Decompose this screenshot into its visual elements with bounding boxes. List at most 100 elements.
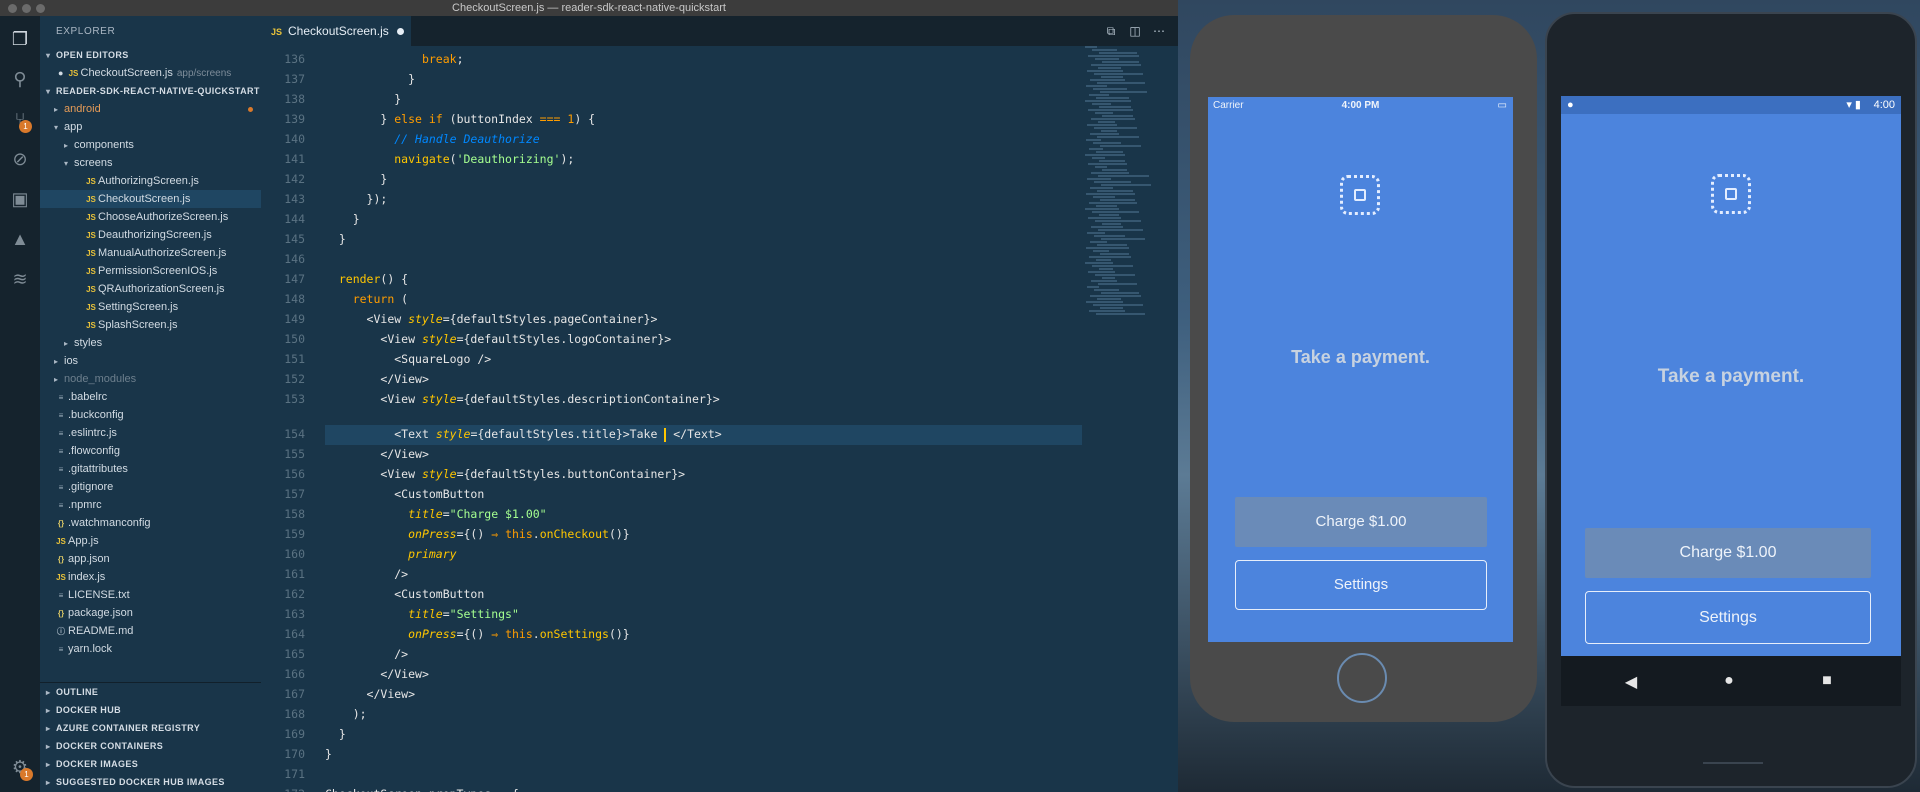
window-title-bar: CheckoutScreen.js — reader-sdk-react-nat… [0,0,1178,16]
file-item[interactable]: JS ManualAuthorizeScreen.js [40,244,261,262]
minimap-line [1101,292,1139,294]
minimap-line [1099,160,1125,162]
project-header[interactable]: ▾ READER-SDK-REACT-NATIVE-QUICKSTART [40,82,261,100]
folder-screens[interactable]: ▾ screens [40,154,261,172]
file-item[interactable]: ≡ .npmrc [40,496,261,514]
minimap-line [1091,172,1129,174]
activity-bar: ❐ ⚲ ⑂ 1 ⊘ ▣ ▲ ≋ ⚙ 1 [0,16,40,792]
open-editors-header[interactable]: ▾ OPEN EDITORS [40,46,261,64]
panel-header[interactable]: ▸ DOCKER HUB [40,701,261,719]
recents-icon[interactable]: ■ [1817,672,1837,690]
file-item[interactable]: {} .watchmanconfig [40,514,261,532]
file-item[interactable]: ≡ yarn.lock [40,640,261,658]
line-number: 152 [284,372,305,386]
file-item[interactable]: ⓘ README.md [40,622,261,640]
line-number: 144 [284,212,305,226]
azure-icon[interactable]: ▲ [9,228,31,250]
zoom-window-button[interactable] [36,4,45,13]
file-item[interactable]: JS QRAuthorizationScreen.js [40,280,261,298]
minimap[interactable] [1081,46,1166,346]
file-item[interactable]: JS PermissionScreenIOS.js [40,262,261,280]
folder-styles[interactable]: ▸ styles [40,334,261,352]
panel-header[interactable]: ▸ SUGGESTED DOCKER HUB IMAGES [40,773,261,791]
file-item[interactable]: ≡ .buckconfig [40,406,261,424]
extensions-icon[interactable]: ▣ [9,188,31,210]
back-icon[interactable]: ◀ [1621,672,1641,692]
open-changes-icon[interactable]: ⧉ [1103,23,1119,39]
split-editor-icon[interactable]: ◫ [1127,23,1143,39]
minimize-window-button[interactable] [22,4,31,13]
code-line: <View style={defaultStyles.logoContainer… [325,332,672,346]
tab-checkout-screen[interactable]: JS CheckoutScreen.js [261,16,411,46]
file-item[interactable]: JS CheckoutScreen.js [40,190,261,208]
android-screen: ● 4:00 ▾ ▮ Take a payment. Charge $1.00 … [1561,96,1901,656]
unsaved-dot [396,28,404,35]
panel-header[interactable]: ▸ AZURE CONTAINER REGISTRY [40,719,261,737]
js-file-icon: JS [56,573,66,582]
source-control-badge: 1 [19,120,32,133]
minimap-line [1092,265,1133,267]
code-line: CheckoutScreen.propTypes = { [325,787,519,792]
code-line: } [325,212,360,226]
code-line: <Text style={defaultStyles.title}>Take <… [325,427,722,442]
js-file-icon: JS [86,303,96,312]
panel-header[interactable]: ▸ OUTLINE [40,683,261,701]
code-area[interactable]: 136 137 138 139 140 141 142 143 144 145 146 147 148 1… [261,46,1178,792]
notification-icon: ● [1567,99,1574,111]
close-window-button[interactable] [8,4,17,13]
minimap-line [1100,145,1141,147]
file-item[interactable]: ≡ .babelrc [40,388,261,406]
minimap-line [1085,46,1097,48]
home-icon[interactable]: ● [1719,672,1739,690]
minimap-line [1091,118,1135,120]
explorer-title: EXPLORER [56,26,116,37]
file-item[interactable]: ≡ .gitattributes [40,460,261,478]
file-item[interactable]: JS AuthorizingScreen.js [40,172,261,190]
settings-button[interactable]: Settings [1585,591,1871,644]
file-item[interactable]: ≡ .eslintrc.js [40,424,261,442]
folder-components[interactable]: ▸ components [40,136,261,154]
open-editor-item[interactable]: ● JS CheckoutScreen.js app/screens [40,64,261,82]
charge-button[interactable]: Charge $1.00 [1235,497,1487,547]
docker-icon[interactable]: ≋ [9,268,31,290]
line-number: 159 [284,527,305,541]
wifi-battery-icon: ▾ ▮ [1846,99,1861,111]
file-item[interactable]: ≡ .gitignore [40,478,261,496]
line-number: 167 [284,687,305,701]
file-item[interactable]: ≡ LICENSE.txt [40,586,261,604]
file-item[interactable]: JS SettingScreen.js [40,298,261,316]
json-file-icon: {} [57,519,65,528]
file-item[interactable]: {} package.json [40,604,261,622]
panel-header[interactable]: ▸ DOCKER CONTAINERS [40,737,261,755]
file-item[interactable]: JS ChooseAuthorizeScreen.js [40,208,261,226]
panel-header[interactable]: ▸ DOCKER IMAGES [40,755,261,773]
config-file-icon: ≡ [58,501,64,510]
line-number: 151 [284,352,305,366]
more-actions-icon[interactable]: ⋯ [1151,23,1167,39]
code-line: <SquareLogo /> [325,352,492,366]
explorer-icon[interactable]: ❐ [9,28,31,50]
square-logo-icon [1340,175,1380,215]
folder-node-modules[interactable]: ▸ node_modules [40,370,261,388]
file-item[interactable]: JS App.js [40,532,261,550]
file-item[interactable]: {} app.json [40,550,261,568]
file-item[interactable]: ≡ .flowconfig [40,442,261,460]
minimap-line [1100,253,1129,255]
search-icon[interactable]: ⚲ [9,68,31,90]
file-item[interactable]: JS SplashScreen.js [40,316,261,334]
minimap-line [1099,52,1137,54]
charge-button[interactable]: Charge $1.00 [1585,528,1871,578]
home-button[interactable] [1337,653,1387,703]
folder-ios[interactable]: ▸ ios [40,352,261,370]
line-number: 148 [284,292,305,306]
settings-button[interactable]: Settings [1235,560,1487,610]
folder-app[interactable]: ▾ app [40,118,261,136]
debug-icon[interactable]: ⊘ [9,148,31,170]
folder-android[interactable]: ▸ android [40,100,261,118]
minimap-line [1086,301,1123,303]
minimap-line [1098,121,1115,123]
file-item[interactable]: JS index.js [40,568,261,586]
file-item[interactable]: JS DeauthorizingScreen.js [40,226,261,244]
minimap-line [1088,271,1115,273]
minimap-line [1087,286,1099,288]
